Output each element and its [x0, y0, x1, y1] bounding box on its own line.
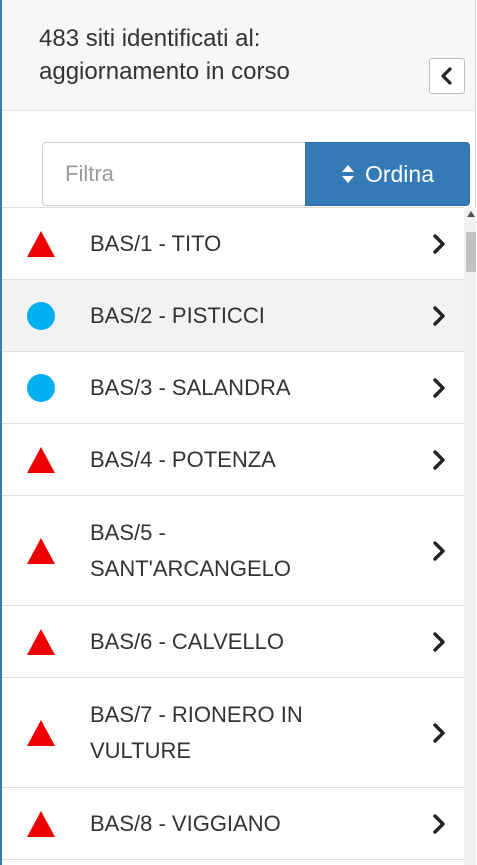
site-label: BAS/3 - SALANDRA: [90, 374, 291, 400]
red-triangle-marker-icon: [27, 719, 55, 746]
blue-circle-marker-icon: [27, 301, 55, 330]
site-list-item[interactable]: BAS/2 - PISTICCI: [2, 280, 466, 352]
site-list-item[interactable]: BAS/4 - POTENZA: [2, 424, 466, 496]
chevron-left-icon: [441, 67, 452, 85]
site-list-item[interactable]: BAS/1 - TITO: [2, 208, 466, 280]
site-list-panel: 483 siti identificati al: aggiornamento …: [0, 0, 476, 865]
scrollbar-track[interactable]: [464, 207, 476, 865]
chevron-right-icon: [433, 631, 445, 652]
site-label: BAS/1 - TITO: [90, 230, 222, 256]
chevron-right-icon: [433, 305, 445, 326]
site-list-item[interactable]: BAS/3 - SALANDRA: [2, 352, 466, 424]
site-list: BAS/1 - TITO BAS/2 - PISTICCI BAS/3 - SALA…: [2, 207, 466, 865]
red-triangle-marker-icon: [27, 446, 55, 473]
list-toolbar: Ordina: [42, 142, 470, 208]
filter-input[interactable]: [42, 142, 308, 206]
chevron-right-icon: [433, 722, 445, 743]
chevron-right-icon: [433, 377, 445, 398]
chevron-right-icon: [433, 813, 445, 834]
chevron-right-icon: [433, 540, 445, 561]
site-list-item[interactable]: BAS/6 - CALVELLO: [2, 606, 466, 678]
site-label: BAS/6 - CALVELLO: [90, 628, 285, 654]
red-triangle-marker-icon: [27, 230, 55, 257]
red-triangle-marker-icon: [27, 810, 55, 837]
blue-circle-marker-icon: [27, 373, 55, 402]
red-triangle-marker-icon: [27, 628, 55, 655]
site-label: BAS/5 - SANT'ARCANGELO: [90, 519, 292, 581]
sort-icon: [341, 165, 354, 183]
site-label: BAS/4 - POTENZA: [90, 446, 276, 472]
panel-header: 483 siti identificati al: aggiornamento …: [2, 0, 475, 111]
scroll-up-arrow-icon[interactable]: [466, 208, 476, 222]
site-label: BAS/7 - RIONERO IN VULTURE: [90, 701, 303, 763]
red-triangle-marker-icon: [27, 537, 55, 564]
site-list-item[interactable]: BAS/8 - VIGGIANO: [2, 788, 466, 860]
sites-count-title: 483 siti identificati al: aggiornamento …: [39, 25, 290, 85]
chevron-right-icon: [433, 449, 445, 470]
sort-button[interactable]: Ordina: [305, 142, 470, 206]
site-list-item[interactable]: BAS/5 - SANT'ARCANGELO: [2, 496, 466, 606]
collapse-panel-button[interactable]: [429, 58, 465, 94]
site-list-item[interactable]: BAS/7 - RIONERO IN VULTURE: [2, 678, 466, 788]
scrollbar-thumb[interactable]: [466, 232, 476, 272]
site-label: BAS/2 - PISTICCI: [90, 302, 265, 328]
sort-button-label: Ordina: [364, 160, 435, 187]
site-label: BAS/8 - VIGGIANO: [90, 810, 281, 836]
chevron-right-icon: [433, 233, 445, 254]
